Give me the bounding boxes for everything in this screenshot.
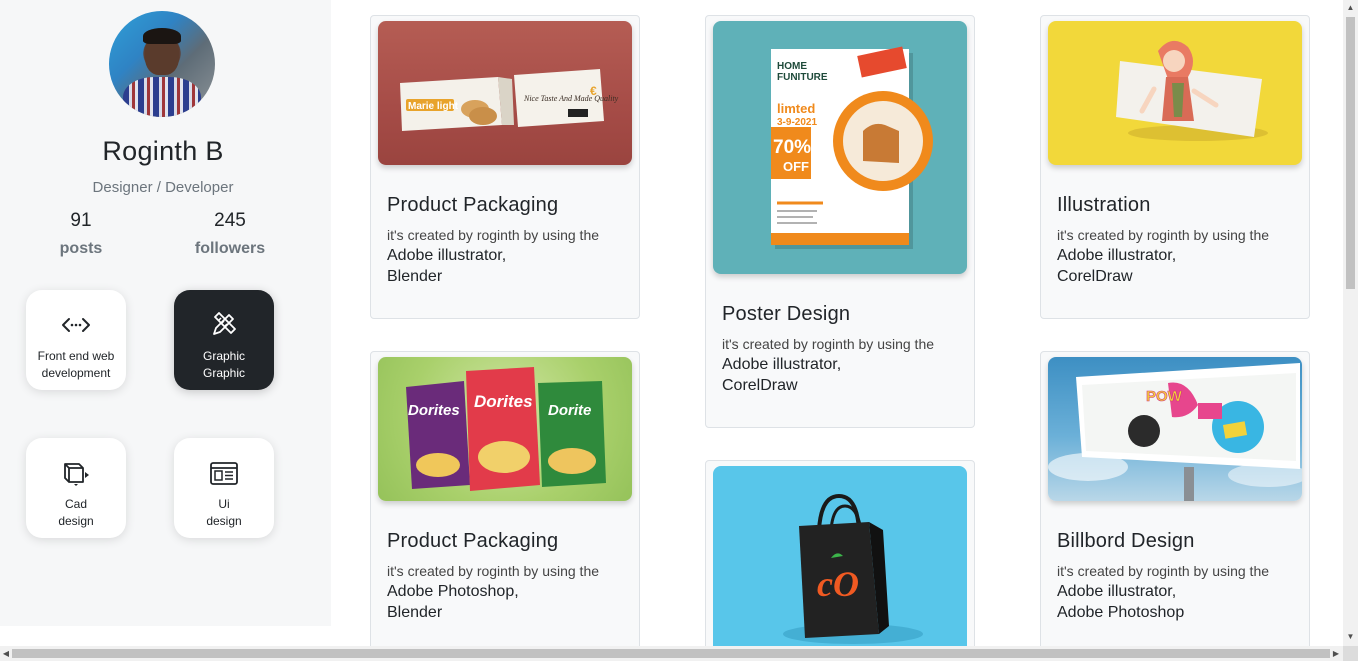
card-description: it's created by roginth by using the (722, 336, 935, 352)
tool-name: Blender (387, 268, 443, 285)
vertical-scroll-thumb[interactable] (1346, 17, 1355, 289)
category-label: Front end web (37, 349, 115, 363)
project-card[interactable]: cO (705, 460, 975, 660)
poster-off: OFF (783, 159, 809, 174)
tool-name: Adobe illustrator, (387, 247, 507, 264)
marie-light-packaging-image: Marie light Nice Taste And Made Quality … (378, 21, 632, 165)
card-tools: Adobe illustrator, Blender (387, 245, 506, 287)
tool-name: Adobe Photoshop, (387, 583, 519, 600)
tool-name: CorelDraw (722, 377, 798, 394)
profile-name: Roginth B (102, 136, 224, 166)
avatar (109, 11, 215, 117)
tool-name: Adobe illustrator, (1057, 247, 1177, 264)
card-description: it's created by roginth by using the (1057, 563, 1270, 579)
shopping-bag-image: cO (713, 466, 967, 656)
tool-name: Adobe illustrator, (1057, 583, 1177, 600)
category-label: Graphic (202, 366, 246, 380)
poster-offer: 70% (773, 137, 811, 158)
followers-label: followers (194, 240, 266, 257)
project-card[interactable]: HOME FUNITURE limted 3-9-2021 70% OFF Po… (705, 15, 975, 428)
svg-text:FUNITURE: FUNITURE (777, 72, 828, 83)
card-tools: Adobe Photoshop, Blender (387, 581, 519, 623)
posts-count: 91 (70, 210, 92, 231)
billboard-image: POW (1048, 357, 1302, 501)
bag-logo: cO (817, 564, 859, 604)
card-title: Product Packaging (387, 530, 559, 552)
pen-ruler-icon (213, 312, 236, 335)
card-description: it's created by roginth by using the (387, 563, 600, 579)
category-label: design (206, 514, 242, 528)
billboard-text: POW (1146, 388, 1183, 405)
bag-label: Dorite (548, 402, 591, 419)
horizontal-scrollbar[interactable]: ◀ ▶ (0, 646, 1358, 661)
card-description: it's created by roginth by using the (387, 227, 600, 243)
tool-name: Blender (387, 604, 443, 621)
category-ui-button[interactable]: Ui design (174, 438, 274, 538)
project-card[interactable]: Marie light Nice Taste And Made Quality … (370, 15, 640, 319)
tool-name: Adobe illustrator, (722, 356, 842, 373)
tool-name: Adobe Photoshop (1057, 604, 1185, 621)
dorites-packaging-image: Dorites Dorites Dorite (378, 357, 632, 501)
illustration-image (1048, 21, 1302, 165)
card-title: Billbord Design (1057, 530, 1195, 552)
project-card[interactable]: Dorites Dorites Dorite Product Packaging… (370, 351, 640, 651)
project-card[interactable]: POW Billbord Design it's created by rogi… (1040, 351, 1310, 651)
svg-text:Marie light: Marie light (408, 101, 459, 112)
category-cad-button[interactable]: Cad design (26, 438, 126, 538)
category-label: development (41, 366, 111, 380)
category-label: design (58, 514, 94, 528)
vertical-scrollbar[interactable]: ▲ ▼ (1343, 0, 1358, 646)
svg-text:HOME: HOME (777, 61, 807, 72)
tool-name: CorelDraw (1057, 268, 1133, 285)
poster-date: 3-9-2021 (777, 117, 817, 128)
card-description: it's created by roginth by using the (1057, 227, 1270, 243)
category-frontend-button[interactable]: Front end web development (26, 290, 126, 390)
bag-label: Dorites (474, 392, 533, 411)
posts-label: posts (59, 240, 103, 257)
category-label: Ui (218, 497, 230, 511)
scroll-right-arrow-icon[interactable]: ▶ (1331, 648, 1341, 659)
card-title: Poster Design (722, 303, 851, 325)
horizontal-scroll-thumb[interactable] (12, 649, 1330, 658)
card-tools: Adobe illustrator, CorelDraw (1057, 245, 1176, 287)
poster-design-image: HOME FUNITURE limted 3-9-2021 70% OFF (713, 21, 967, 274)
card-title: Illustration (1057, 194, 1151, 216)
window-layout-icon (210, 462, 238, 485)
scroll-down-arrow-icon[interactable]: ▼ (1346, 632, 1355, 642)
poster-limited: limted (777, 101, 815, 116)
card-title: Product Packaging (387, 194, 559, 216)
svg-text:€: € (590, 84, 597, 98)
category-label: Graphic (202, 349, 246, 363)
card-tools: Adobe illustrator, CorelDraw (722, 354, 841, 396)
scroll-up-arrow-icon[interactable]: ▲ (1346, 3, 1355, 13)
scrollbar-corner (1343, 646, 1358, 661)
scroll-left-arrow-icon[interactable]: ◀ (1, 648, 11, 659)
cube-icon (64, 463, 89, 486)
bag-label: Dorites (408, 402, 460, 419)
profile-role: Designer / Developer (92, 179, 234, 196)
project-card[interactable]: Illustration it's created by roginth by … (1040, 15, 1310, 319)
svg-text:Nice Taste And Made Quality: Nice Taste And Made Quality (523, 94, 619, 103)
card-tools: Adobe illustrator, Adobe Photoshop (1057, 581, 1184, 623)
followers-count: 245 (214, 210, 246, 231)
category-label: Cad (64, 497, 87, 511)
category-graphic-button[interactable]: Graphic Graphic (174, 290, 274, 390)
profile-sidebar: Roginth B Designer / Developer 91 posts … (0, 0, 331, 626)
code-icon (62, 318, 90, 332)
portfolio-page: Roginth B Designer / Developer 91 posts … (0, 0, 1358, 661)
